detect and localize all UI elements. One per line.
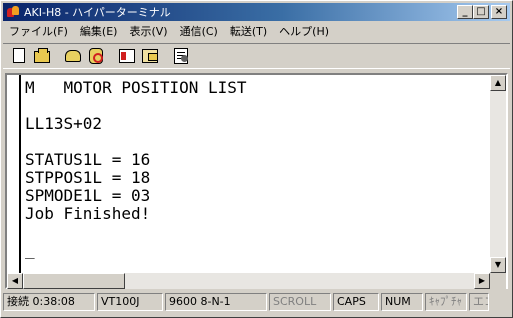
status-bar: 接続 0:38:08 VT100J 9600 8-N-1 SCROLL CAPS… bbox=[3, 292, 510, 312]
status-scroll: SCROLL bbox=[269, 293, 331, 311]
menu-file[interactable]: ファイル(F) bbox=[3, 23, 74, 39]
terminal-line: LL13S+02 bbox=[25, 114, 103, 133]
terminal-margin-line bbox=[19, 75, 21, 273]
hyperterminal-app-icon[interactable] bbox=[6, 5, 20, 19]
scroll-up-arrow-icon[interactable]: ▲ bbox=[490, 75, 506, 91]
terminal-line: STPPOS1L = 18 bbox=[25, 168, 151, 187]
toolbar bbox=[3, 43, 510, 69]
status-port-settings: 9600 8-N-1 bbox=[165, 293, 267, 311]
new-connection-button[interactable] bbox=[9, 46, 29, 66]
status-connected-time: 接続 0:38:08 bbox=[3, 293, 95, 311]
status-caps: CAPS bbox=[333, 293, 379, 311]
close-button[interactable]: × bbox=[491, 5, 507, 19]
open-folder-icon bbox=[34, 48, 50, 63]
menu-view[interactable]: 表示(V) bbox=[123, 23, 173, 39]
terminal-line: M MOTOR POSITION LIST bbox=[25, 78, 247, 97]
open-button[interactable] bbox=[32, 46, 52, 66]
minimize-button[interactable]: _ bbox=[457, 5, 473, 19]
menu-transfer[interactable]: 転送(T) bbox=[224, 23, 273, 39]
maximize-button[interactable]: □ bbox=[473, 5, 489, 19]
scroll-down-arrow-icon[interactable]: ▼ bbox=[490, 257, 506, 273]
properties-icon bbox=[174, 48, 188, 64]
status-capture: ｷｬﾌﾟﾁｬ bbox=[425, 293, 467, 311]
menu-edit[interactable]: 編集(E) bbox=[74, 23, 124, 39]
menu-call[interactable]: 通信(C) bbox=[174, 23, 224, 39]
horizontal-scroll-thumb[interactable] bbox=[23, 273, 125, 289]
scroll-left-arrow-icon[interactable]: ◀ bbox=[7, 273, 23, 289]
phone-connect-icon bbox=[65, 50, 81, 62]
scroll-right-arrow-icon[interactable]: ▶ bbox=[474, 273, 490, 289]
window-controls: _ □ × bbox=[457, 5, 507, 19]
hyperterminal-window: AKI-H8 - ハイパーターミナル _ □ × ファイル(F) 編集(E) 表… bbox=[0, 0, 513, 318]
send-button[interactable] bbox=[117, 46, 137, 66]
scrollbar-corner bbox=[490, 273, 506, 289]
terminal-line: SPMODE1L = 03 bbox=[25, 186, 151, 205]
properties-button[interactable] bbox=[171, 46, 191, 66]
status-emulation: VT100J bbox=[97, 293, 163, 311]
new-file-icon bbox=[13, 48, 25, 63]
receive-button[interactable] bbox=[140, 46, 160, 66]
window-title: AKI-H8 - ハイパーターミナル bbox=[24, 6, 171, 19]
menu-bar: ファイル(F) 編集(E) 表示(V) 通信(C) 転送(T) ヘルプ(H) bbox=[3, 22, 510, 40]
status-echo: エコー bbox=[469, 293, 489, 311]
menu-help[interactable]: ヘルプ(H) bbox=[273, 23, 335, 39]
receive-file-icon bbox=[142, 49, 158, 63]
terminal-screen[interactable]: M MOTOR POSITION LIST LL13S+02 STATUS1L … bbox=[7, 75, 490, 273]
title-bar[interactable]: AKI-H8 - ハイパーターミナル _ □ × bbox=[3, 3, 510, 21]
terminal-line: STATUS1L = 16 bbox=[25, 150, 151, 169]
horizontal-scrollbar[interactable]: ◀ ▶ bbox=[7, 273, 490, 289]
vertical-scrollbar[interactable]: ▲ ▼ bbox=[490, 75, 506, 273]
disconnect-button[interactable] bbox=[86, 46, 106, 66]
connect-button[interactable] bbox=[63, 46, 83, 66]
send-file-icon bbox=[119, 49, 135, 63]
terminal-frame: M MOTOR POSITION LIST LL13S+02 STATUS1L … bbox=[5, 73, 508, 289]
terminal-cursor: _ bbox=[25, 240, 35, 259]
terminal-line: Job Finished! bbox=[25, 204, 151, 223]
status-num: NUM bbox=[381, 293, 423, 311]
disconnect-icon bbox=[89, 48, 103, 64]
